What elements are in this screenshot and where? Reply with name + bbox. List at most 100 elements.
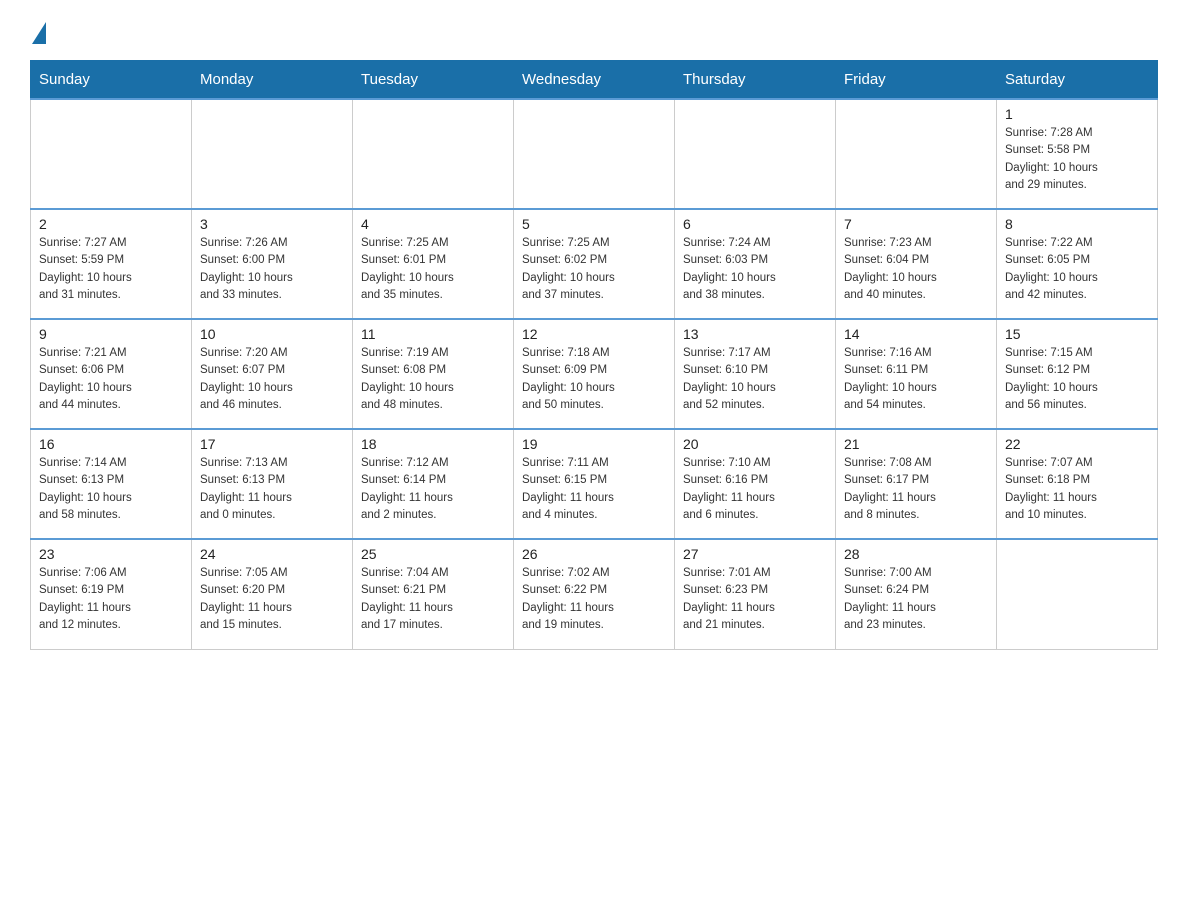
day-info: Sunrise: 7:19 AM Sunset: 6:08 PM Dayligh… <box>361 345 505 414</box>
calendar-day-cell <box>836 99 997 209</box>
day-number: 28 <box>844 546 988 562</box>
day-of-week-header: Saturday <box>997 61 1158 100</box>
day-info: Sunrise: 7:15 AM Sunset: 6:12 PM Dayligh… <box>1005 345 1149 414</box>
calendar-day-cell: 3 Sunrise: 7:26 AM Sunset: 6:00 PM Daylig… <box>192 209 353 319</box>
calendar-day-cell <box>31 99 192 209</box>
day-number: 17 <box>200 436 344 452</box>
calendar-week-row: 1 Sunrise: 7:28 AM Sunset: 5:58 PM Daylig… <box>31 99 1158 209</box>
day-number: 11 <box>361 326 505 342</box>
day-of-week-header: Wednesday <box>514 61 675 100</box>
calendar-day-cell: 28 Sunrise: 7:00 AM Sunset: 6:24 PM Dayli… <box>836 539 997 649</box>
calendar-day-cell: 25 Sunrise: 7:04 AM Sunset: 6:21 PM Dayli… <box>353 539 514 649</box>
day-of-week-header: Sunday <box>31 61 192 100</box>
day-info: Sunrise: 7:02 AM Sunset: 6:22 PM Dayligh… <box>522 565 666 634</box>
day-number: 19 <box>522 436 666 452</box>
day-info: Sunrise: 7:18 AM Sunset: 6:09 PM Dayligh… <box>522 345 666 414</box>
calendar-day-cell <box>353 99 514 209</box>
day-info: Sunrise: 7:08 AM Sunset: 6:17 PM Dayligh… <box>844 455 988 524</box>
logo <box>30 20 46 40</box>
logo-triangle-icon <box>32 22 46 44</box>
calendar-week-row: 16Sunrise: 7:14 AM Sunset: 6:13 PM Dayli… <box>31 429 1158 539</box>
calendar-day-cell: 2Sunrise: 7:27 AM Sunset: 5:59 PM Daylig… <box>31 209 192 319</box>
calendar-day-cell: 26 Sunrise: 7:02 AM Sunset: 6:22 PM Dayli… <box>514 539 675 649</box>
day-info: Sunrise: 7:12 AM Sunset: 6:14 PM Dayligh… <box>361 455 505 524</box>
day-number: 13 <box>683 326 827 342</box>
calendar-day-cell: 27 Sunrise: 7:01 AM Sunset: 6:23 PM Dayli… <box>675 539 836 649</box>
day-of-week-header: Thursday <box>675 61 836 100</box>
day-number: 16 <box>39 436 183 452</box>
day-number: 3 <box>200 216 344 232</box>
day-info: Sunrise: 7:26 AM Sunset: 6:00 PM Dayligh… <box>200 235 344 304</box>
calendar-day-cell: 23 Sunrise: 7:06 AM Sunset: 6:19 PM Dayli… <box>31 539 192 649</box>
day-number: 22 <box>1005 436 1149 452</box>
calendar-day-cell: 19 Sunrise: 7:11 AM Sunset: 6:15 PM Dayli… <box>514 429 675 539</box>
calendar-day-cell: 10 Sunrise: 7:20 AM Sunset: 6:07 PM Dayli… <box>192 319 353 429</box>
day-info: Sunrise: 7:11 AM Sunset: 6:15 PM Dayligh… <box>522 455 666 524</box>
day-info: Sunrise: 7:24 AM Sunset: 6:03 PM Dayligh… <box>683 235 827 304</box>
day-info: Sunrise: 7:17 AM Sunset: 6:10 PM Dayligh… <box>683 345 827 414</box>
day-info: Sunrise: 7:25 AM Sunset: 6:02 PM Dayligh… <box>522 235 666 304</box>
calendar-day-cell: 12 Sunrise: 7:18 AM Sunset: 6:09 PM Dayli… <box>514 319 675 429</box>
day-number: 6 <box>683 216 827 232</box>
calendar-header-row: SundayMondayTuesdayWednesdayThursdayFrid… <box>31 61 1158 100</box>
day-of-week-header: Monday <box>192 61 353 100</box>
day-number: 7 <box>844 216 988 232</box>
calendar-day-cell: 4 Sunrise: 7:25 AM Sunset: 6:01 PM Daylig… <box>353 209 514 319</box>
day-info: Sunrise: 7:27 AM Sunset: 5:59 PM Dayligh… <box>39 235 183 304</box>
day-number: 10 <box>200 326 344 342</box>
calendar-day-cell: 24Sunrise: 7:05 AM Sunset: 6:20 PM Dayli… <box>192 539 353 649</box>
calendar-day-cell: 13 Sunrise: 7:17 AM Sunset: 6:10 PM Dayli… <box>675 319 836 429</box>
day-of-week-header: Friday <box>836 61 997 100</box>
calendar-day-cell: 21 Sunrise: 7:08 AM Sunset: 6:17 PM Dayli… <box>836 429 997 539</box>
calendar-day-cell: 1 Sunrise: 7:28 AM Sunset: 5:58 PM Daylig… <box>997 99 1158 209</box>
calendar-day-cell: 8 Sunrise: 7:22 AM Sunset: 6:05 PM Daylig… <box>997 209 1158 319</box>
day-info: Sunrise: 7:21 AM Sunset: 6:06 PM Dayligh… <box>39 345 183 414</box>
day-number: 12 <box>522 326 666 342</box>
day-info: Sunrise: 7:16 AM Sunset: 6:11 PM Dayligh… <box>844 345 988 414</box>
day-info: Sunrise: 7:13 AM Sunset: 6:13 PM Dayligh… <box>200 455 344 524</box>
day-number: 26 <box>522 546 666 562</box>
calendar-day-cell: 5Sunrise: 7:25 AM Sunset: 6:02 PM Daylig… <box>514 209 675 319</box>
day-info: Sunrise: 7:20 AM Sunset: 6:07 PM Dayligh… <box>200 345 344 414</box>
day-info: Sunrise: 7:00 AM Sunset: 6:24 PM Dayligh… <box>844 565 988 634</box>
day-number: 9 <box>39 326 183 342</box>
calendar-day-cell: 22 Sunrise: 7:07 AM Sunset: 6:18 PM Dayli… <box>997 429 1158 539</box>
calendar-day-cell <box>997 539 1158 649</box>
day-info: Sunrise: 7:23 AM Sunset: 6:04 PM Dayligh… <box>844 235 988 304</box>
day-info: Sunrise: 7:04 AM Sunset: 6:21 PM Dayligh… <box>361 565 505 634</box>
day-number: 21 <box>844 436 988 452</box>
day-number: 1 <box>1005 106 1149 122</box>
day-number: 15 <box>1005 326 1149 342</box>
day-number: 4 <box>361 216 505 232</box>
day-number: 23 <box>39 546 183 562</box>
calendar-day-cell: 18Sunrise: 7:12 AM Sunset: 6:14 PM Dayli… <box>353 429 514 539</box>
day-number: 25 <box>361 546 505 562</box>
calendar-day-cell: 16Sunrise: 7:14 AM Sunset: 6:13 PM Dayli… <box>31 429 192 539</box>
day-info: Sunrise: 7:25 AM Sunset: 6:01 PM Dayligh… <box>361 235 505 304</box>
calendar-day-cell: 9 Sunrise: 7:21 AM Sunset: 6:06 PM Daylig… <box>31 319 192 429</box>
day-number: 20 <box>683 436 827 452</box>
day-info: Sunrise: 7:06 AM Sunset: 6:19 PM Dayligh… <box>39 565 183 634</box>
day-info: Sunrise: 7:07 AM Sunset: 6:18 PM Dayligh… <box>1005 455 1149 524</box>
calendar-week-row: 9 Sunrise: 7:21 AM Sunset: 6:06 PM Daylig… <box>31 319 1158 429</box>
calendar-table: SundayMondayTuesdayWednesdayThursdayFrid… <box>30 60 1158 650</box>
calendar-day-cell <box>192 99 353 209</box>
calendar-day-cell: 14 Sunrise: 7:16 AM Sunset: 6:11 PM Dayli… <box>836 319 997 429</box>
calendar-day-cell: 11 Sunrise: 7:19 AM Sunset: 6:08 PM Dayli… <box>353 319 514 429</box>
day-number: 14 <box>844 326 988 342</box>
day-info: Sunrise: 7:01 AM Sunset: 6:23 PM Dayligh… <box>683 565 827 634</box>
page-header <box>30 20 1158 40</box>
day-info: Sunrise: 7:05 AM Sunset: 6:20 PM Dayligh… <box>200 565 344 634</box>
calendar-day-cell: 15 Sunrise: 7:15 AM Sunset: 6:12 PM Dayli… <box>997 319 1158 429</box>
day-info: Sunrise: 7:22 AM Sunset: 6:05 PM Dayligh… <box>1005 235 1149 304</box>
calendar-day-cell: 20 Sunrise: 7:10 AM Sunset: 6:16 PM Dayli… <box>675 429 836 539</box>
day-info: Sunrise: 7:10 AM Sunset: 6:16 PM Dayligh… <box>683 455 827 524</box>
calendar-day-cell: 17 Sunrise: 7:13 AM Sunset: 6:13 PM Dayli… <box>192 429 353 539</box>
calendar-day-cell: 6 Sunrise: 7:24 AM Sunset: 6:03 PM Daylig… <box>675 209 836 319</box>
day-info: Sunrise: 7:28 AM Sunset: 5:58 PM Dayligh… <box>1005 125 1149 194</box>
day-number: 27 <box>683 546 827 562</box>
calendar-week-row: 23 Sunrise: 7:06 AM Sunset: 6:19 PM Dayli… <box>31 539 1158 649</box>
calendar-day-cell <box>675 99 836 209</box>
day-number: 8 <box>1005 216 1149 232</box>
calendar-week-row: 2Sunrise: 7:27 AM Sunset: 5:59 PM Daylig… <box>31 209 1158 319</box>
